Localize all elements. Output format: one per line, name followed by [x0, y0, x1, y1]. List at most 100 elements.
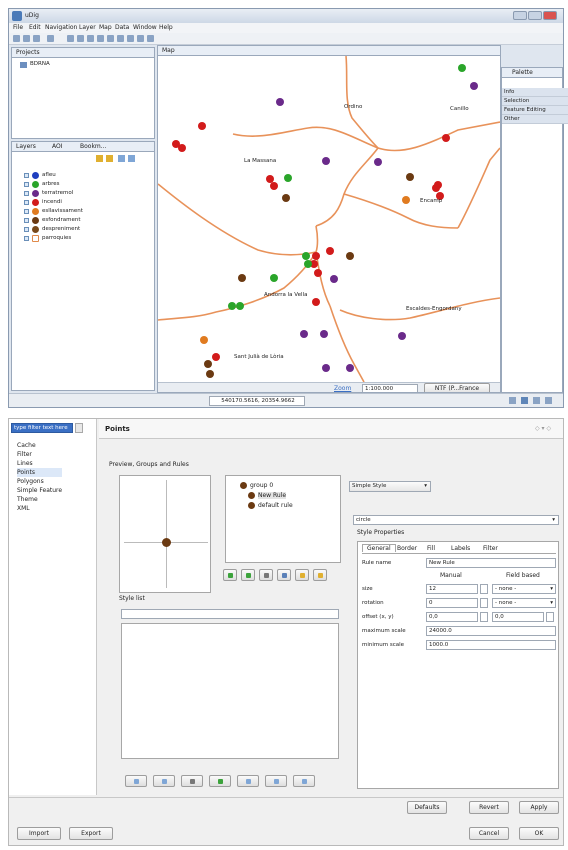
map-point[interactable] [346, 252, 354, 260]
new-icon[interactable] [13, 35, 20, 42]
import-button[interactable]: Import [17, 827, 61, 840]
crs-button[interactable]: NTF (P...France [424, 383, 490, 392]
tab-border[interactable]: Border [394, 545, 420, 552]
map-point[interactable] [282, 194, 290, 202]
layer-checkbox[interactable] [24, 191, 29, 196]
palette-title[interactable]: Palette [512, 69, 533, 76]
layer-checkbox[interactable] [24, 236, 29, 241]
ok-button[interactable]: OK [519, 827, 559, 840]
menu-navigation[interactable]: Navigation [45, 24, 77, 31]
style-export-button[interactable] [265, 775, 287, 787]
tree-item-xml[interactable]: XML [17, 504, 62, 513]
map-point[interactable] [470, 82, 478, 90]
map-point[interactable] [398, 332, 406, 340]
open-icon[interactable] [23, 35, 30, 42]
move-up-button[interactable] [295, 569, 309, 581]
tab-filter[interactable]: Filter [480, 545, 501, 552]
style-copy-button[interactable] [153, 775, 175, 787]
zoom-extent-icon[interactable] [97, 35, 104, 42]
menu-file[interactable]: File [13, 24, 23, 31]
map-point[interactable] [198, 122, 206, 130]
menu-layer[interactable]: Layer [79, 24, 96, 31]
tab-labels[interactable]: Labels [448, 545, 473, 552]
select-icon[interactable] [137, 35, 144, 42]
layer-checkbox[interactable] [24, 209, 29, 214]
map-point[interactable] [284, 174, 292, 182]
map-point[interactable] [312, 298, 320, 306]
map-point[interactable] [236, 302, 244, 310]
style-open-button[interactable] [237, 775, 259, 787]
project-item[interactable]: BDRNA [30, 61, 50, 67]
tree-item-cache[interactable]: Cache [17, 441, 62, 450]
rotation-spinner[interactable] [480, 598, 488, 608]
map-point[interactable] [314, 269, 322, 277]
map-point[interactable] [312, 252, 320, 260]
map-point[interactable] [432, 184, 440, 192]
copy-button[interactable] [277, 569, 291, 581]
scale-combo[interactable]: 1:100.000 [362, 384, 418, 392]
map-tab[interactable]: Map [162, 47, 175, 54]
shape-combo[interactable]: circle ▾ [353, 515, 559, 525]
map-point[interactable] [238, 274, 246, 282]
layer-add-icon[interactable] [118, 155, 125, 162]
layer-down-icon[interactable] [106, 155, 113, 162]
menu-map[interactable]: Map [99, 24, 112, 31]
offset-y-spinner[interactable] [546, 612, 554, 622]
map-point[interactable] [330, 275, 338, 283]
layer-checkbox[interactable] [24, 182, 29, 187]
refresh-icon[interactable] [127, 35, 134, 42]
map-point[interactable] [458, 64, 466, 72]
tree-item-theme[interactable]: Theme [17, 495, 62, 504]
map-point[interactable] [304, 260, 312, 268]
offset-x-spinner[interactable] [480, 612, 488, 622]
style-save-button[interactable] [293, 775, 315, 787]
tab-fill[interactable]: Fill [424, 545, 438, 552]
layer-checkbox[interactable] [24, 218, 29, 223]
layer-up-icon[interactable] [96, 155, 103, 162]
offset-x-input[interactable]: 0,0 [426, 612, 478, 622]
cancel-button[interactable]: Cancel [469, 827, 509, 840]
add-group-button[interactable] [223, 569, 237, 581]
print-icon[interactable] [47, 35, 54, 42]
filter-dropdown-button[interactable] [75, 423, 83, 433]
minimize-button[interactable] [513, 11, 527, 20]
style-apply-button[interactable] [209, 775, 231, 787]
tree-item-points[interactable]: Points [17, 468, 63, 477]
edit-icon[interactable] [147, 35, 154, 42]
back-icon[interactable] [67, 35, 74, 42]
defaults-button[interactable]: Defaults [407, 801, 447, 814]
map-point[interactable] [322, 364, 330, 372]
map-point[interactable] [442, 134, 450, 142]
layer-checkbox[interactable] [24, 227, 29, 232]
layout-icon[interactable] [533, 397, 540, 404]
tree-item-filter[interactable]: Filter [17, 450, 62, 459]
style-type-combo[interactable]: Simple Style ▾ [349, 481, 431, 492]
layer-checkbox[interactable] [24, 200, 29, 205]
map-point[interactable] [270, 274, 278, 282]
export-button[interactable]: Export [69, 827, 113, 840]
menu-help[interactable]: Help [159, 24, 173, 31]
style-delete-button[interactable] [181, 775, 203, 787]
map-point[interactable] [300, 330, 308, 338]
projects-tab[interactable]: Projects [16, 49, 40, 56]
palette-item-other[interactable]: Other [502, 115, 568, 124]
map-point[interactable] [346, 364, 354, 372]
apply-button[interactable]: Apply [519, 801, 559, 814]
forward-icon[interactable] [77, 35, 84, 42]
size-spinner[interactable] [480, 584, 488, 594]
map-point[interactable] [200, 336, 208, 344]
map-point[interactable] [228, 302, 236, 310]
tab-general[interactable]: General [362, 544, 396, 552]
tree-item-lines[interactable]: Lines [17, 459, 62, 468]
style-import-button[interactable] [125, 775, 147, 787]
rule-item-new[interactable]: New Rule [258, 492, 287, 499]
map-point[interactable] [206, 370, 214, 378]
menu-data[interactable]: Data [115, 24, 129, 31]
map-point[interactable] [322, 157, 330, 165]
map-point[interactable] [302, 252, 310, 260]
aoi-tab[interactable]: AOI [52, 143, 63, 150]
map-point[interactable] [204, 360, 212, 368]
close-button[interactable] [543, 11, 557, 20]
offset-y-input[interactable]: 0,0 [492, 612, 544, 622]
view-icon[interactable] [521, 397, 528, 404]
